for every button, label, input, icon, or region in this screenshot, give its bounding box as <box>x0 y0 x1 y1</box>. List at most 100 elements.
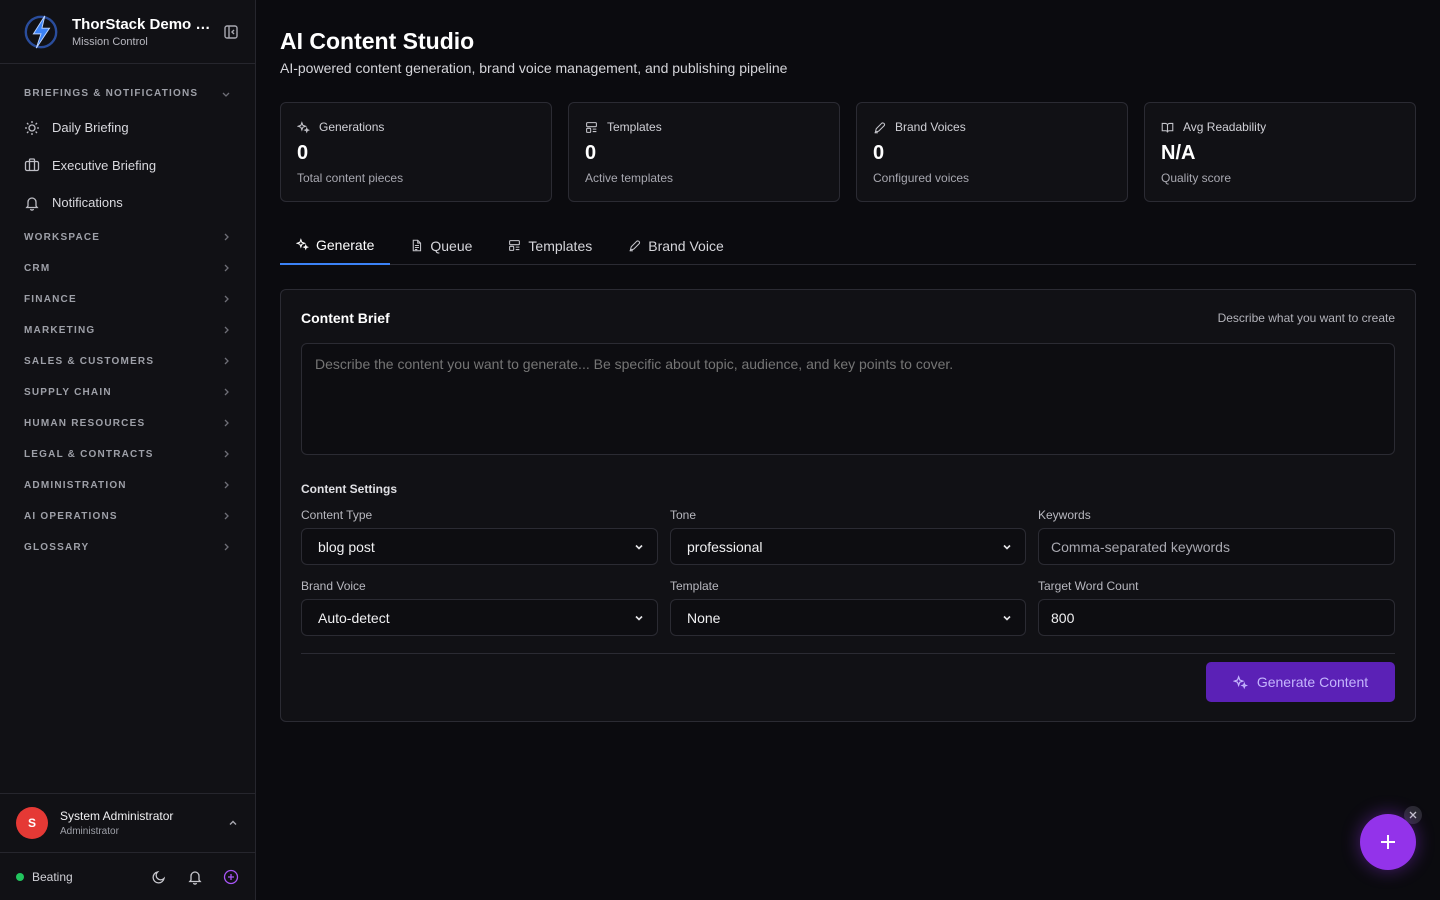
chevron-right-icon <box>224 450 229 458</box>
content-type-select[interactable]: blog post <box>301 528 658 565</box>
bell-icon <box>25 197 39 211</box>
plus-icon <box>1381 835 1395 849</box>
pen-icon <box>629 240 641 252</box>
sidebar-item-label: Notifications <box>52 195 123 211</box>
sidebar-item-executive-briefing[interactable]: Executive Briefing <box>0 147 255 185</box>
template-select[interactable]: None <box>670 599 1026 636</box>
chevron-down-icon <box>635 615 643 621</box>
user-role: Administrator <box>60 826 119 837</box>
select-value: None <box>687 609 721 626</box>
user-menu[interactable]: S System Administrator Administrator <box>0 793 255 852</box>
chevron-down-icon <box>1003 615 1011 621</box>
chevron-right-icon <box>224 543 229 551</box>
stat-label: Generations <box>319 120 385 134</box>
field-content-type: Content Type blog post <box>301 508 658 565</box>
stat-sub: Quality score <box>1161 171 1232 185</box>
document-icon <box>413 239 422 252</box>
generate-content-button[interactable]: Generate Content <box>1206 662 1395 702</box>
app-name: ThorStack Demo C… <box>72 15 214 33</box>
button-label: Generate Content <box>1256 674 1369 690</box>
panel-title: Content Brief <box>301 310 390 326</box>
content-brief-textarea[interactable] <box>301 343 1395 455</box>
section-marketing[interactable]: MARKETING <box>0 315 255 346</box>
chevron-right-icon <box>224 295 229 303</box>
template-icon <box>509 240 521 251</box>
field-label: Brand Voice <box>301 579 366 593</box>
input-placeholder: Comma-separated keywords <box>1051 538 1230 555</box>
stat-value: 0 <box>873 142 885 164</box>
field-label: Keywords <box>1038 508 1091 522</box>
section-sales-customers[interactable]: SALES & CUSTOMERS <box>0 346 255 377</box>
quick-add-fab[interactable] <box>1360 814 1416 870</box>
section-label: WORKSPACE <box>24 231 101 243</box>
section-human-resources[interactable]: HUMAN RESOURCES <box>0 408 255 439</box>
tab-templates[interactable]: Templates <box>492 226 608 265</box>
section-workspace[interactable]: WORKSPACE <box>0 222 255 253</box>
section-administration[interactable]: ADMINISTRATION <box>0 470 255 501</box>
stat-value: 0 <box>297 142 309 164</box>
section-legal-contracts[interactable]: LEGAL & CONTRACTS <box>0 439 255 470</box>
section-briefings[interactable]: BRIEFINGS & NOTIFICATIONS <box>0 78 255 109</box>
stat-card-generations: Generations 0 Total content pieces <box>280 102 552 202</box>
section-glossary[interactable]: GLOSSARY <box>0 532 255 563</box>
sidebar-item-label: Daily Briefing <box>52 120 129 136</box>
brand-voice-select[interactable]: Auto-detect <box>301 599 658 636</box>
section-label: ADMINISTRATION <box>24 479 127 491</box>
moon-icon[interactable] <box>151 869 167 885</box>
tab-generate[interactable]: Generate <box>280 226 391 265</box>
field-label: Tone <box>670 508 697 522</box>
tab-brand-voice[interactable]: Brand Voice <box>612 226 740 265</box>
sidebar-collapse-icon[interactable] <box>223 24 239 40</box>
chevron-right-icon <box>224 357 229 365</box>
main-content: AI Content Studio AI-powered content gen… <box>280 0 1416 722</box>
chevron-right-icon <box>224 512 229 520</box>
sidebar-item-label: Executive Briefing <box>52 157 157 173</box>
plus-circle-icon[interactable] <box>223 869 239 885</box>
field-tone: Tone professional <box>670 508 1026 565</box>
section-label: LEGAL & CONTRACTS <box>24 448 154 460</box>
chevron-right-icon <box>224 481 229 489</box>
stats-row: Generations 0 Total content pieces Templ… <box>280 102 1416 202</box>
chevron-down-icon <box>1003 544 1011 550</box>
briefcase-icon <box>24 158 40 172</box>
field-brand-voice: Brand Voice Auto-detect <box>301 579 658 636</box>
section-label: HUMAN RESOURCES <box>24 417 146 429</box>
keywords-input[interactable]: Comma-separated keywords <box>1038 528 1395 565</box>
input-value: 800 <box>1051 609 1075 626</box>
section-finance[interactable]: FINANCE <box>0 284 255 315</box>
sun-icon <box>25 120 39 135</box>
chevron-right-icon <box>224 233 229 241</box>
stat-card-brand-voices: Brand Voices 0 Configured voices <box>856 102 1128 202</box>
section-crm[interactable]: CRM <box>0 253 255 284</box>
section-label: FINANCE <box>24 293 77 305</box>
sparkles-icon <box>297 120 310 133</box>
bell-icon[interactable] <box>187 869 203 885</box>
stat-card-avg-readability: Avg Readability N/A Quality score <box>1144 102 1416 202</box>
field-label: Content Type <box>301 508 373 522</box>
tab-queue[interactable]: Queue <box>394 226 488 265</box>
sidebar: ThorStack Demo C… Mission Control BRIEFI… <box>0 0 256 900</box>
section-ai-operations[interactable]: AI OPERATIONS <box>0 501 255 532</box>
sidebar-nav: BRIEFINGS & NOTIFICATIONS Daily Briefing… <box>0 64 255 563</box>
select-value: professional <box>687 538 763 555</box>
sidebar-item-notifications[interactable]: Notifications <box>0 184 255 222</box>
section-label: GLOSSARY <box>24 541 90 553</box>
close-icon <box>1409 811 1417 819</box>
status-bar: Beating <box>0 852 255 900</box>
section-supply-chain[interactable]: SUPPLY CHAIN <box>0 377 255 408</box>
word-count-input[interactable]: 800 <box>1038 599 1395 636</box>
sidebar-item-daily-briefing[interactable]: Daily Briefing <box>0 109 255 147</box>
field-label: Template <box>670 579 719 593</box>
tab-label: Queue <box>430 237 473 254</box>
page-title: AI Content Studio <box>280 28 475 54</box>
avatar: S <box>16 807 48 839</box>
book-icon <box>1161 122 1174 132</box>
tone-select[interactable]: professional <box>670 528 1026 565</box>
sparkles-icon <box>1232 674 1248 689</box>
field-word-count: Target Word Count 800 <box>1038 579 1395 636</box>
chevron-right-icon <box>224 419 229 427</box>
brand-header: ThorStack Demo C… Mission Control <box>0 0 255 64</box>
settings-title: Content Settings <box>301 482 397 496</box>
section-label: SALES & CUSTOMERS <box>24 355 155 367</box>
stat-sub: Configured voices <box>873 171 970 185</box>
